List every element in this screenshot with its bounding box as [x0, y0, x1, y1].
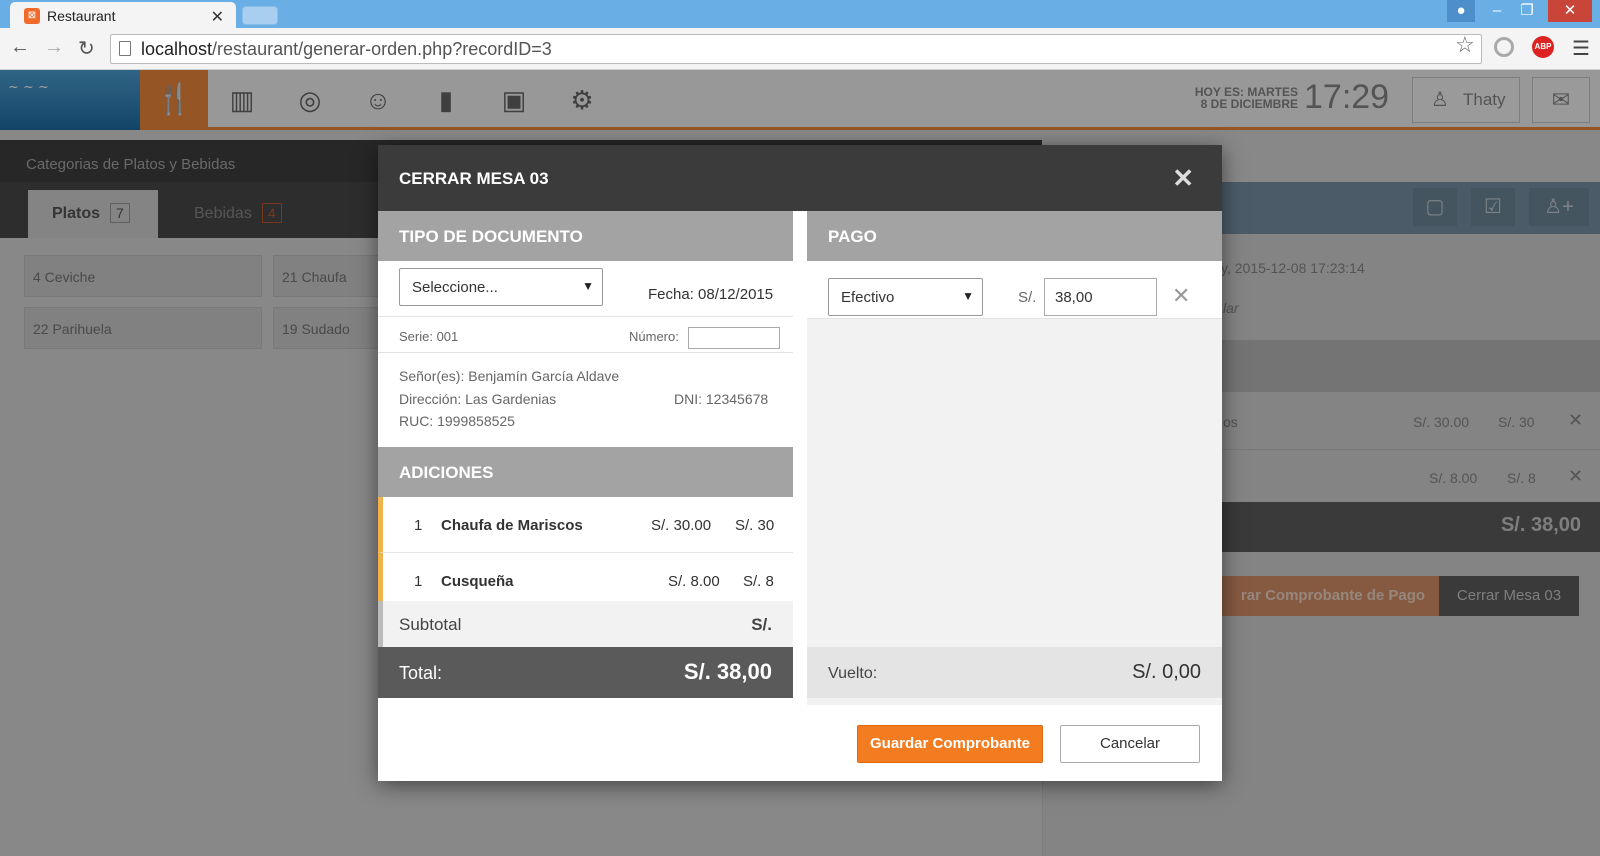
document-number-label: Número: — [629, 329, 679, 344]
additions-heading: ADICIONES — [378, 447, 793, 497]
url-host: localhost — [141, 39, 213, 59]
restore-button[interactable]: ❐ — [1512, 0, 1542, 22]
change-label: Vuelto: — [828, 665, 878, 682]
tab-title: Restaurant — [47, 7, 116, 24]
url-path: /restaurant/generar-orden.php?recordID=3 — [212, 39, 552, 59]
client-ruc: RUC: 1999858525 — [399, 413, 515, 429]
subtotal-value: S/. — [751, 615, 772, 634]
tab-close-icon[interactable]: ✕ — [211, 7, 224, 27]
document-type-value: Seleccione... — [412, 279, 498, 296]
total-label: Total: — [399, 663, 443, 683]
modal-header: CERRAR MESA 03 ✕ — [378, 145, 1222, 211]
addition-name: Cusqueña — [441, 573, 514, 590]
currency-label: S/. — [1018, 289, 1037, 306]
document-type-heading: TIPO DE DOCUMENTO — [378, 211, 793, 261]
addition-price: S/. 30.00 — [651, 517, 712, 534]
addition-qty: 1 — [414, 573, 423, 590]
total-value: S/. 38,00 — [683, 659, 772, 684]
document-type-select[interactable]: Seleccione... ▼ — [399, 268, 603, 306]
payment-heading: PAGO — [807, 211, 1222, 261]
addition-price: S/. 8.00 — [668, 573, 720, 590]
modal-close-icon[interactable]: ✕ — [1172, 163, 1194, 194]
client-name: Señor(es): Benjamín García Aldave — [399, 368, 620, 384]
payment-section: PAGO Efectivo ▼ S/. 38,00 ✕ Vuelto: S/. … — [807, 211, 1222, 705]
payment-method-value: Efectivo — [841, 289, 895, 306]
addition-total: S/. 30 — [735, 517, 775, 534]
dropdown-arrow-icon: ▼ — [962, 289, 974, 303]
cancel-button[interactable]: Cancelar — [1060, 725, 1200, 763]
change-row: Vuelto: S/. 0,00 — [807, 647, 1222, 698]
payment-amount-input[interactable]: 38,00 — [1044, 278, 1157, 316]
document-section: TIPO DE DOCUMENTO Seleccione... ▼ Fecha:… — [378, 211, 793, 705]
window-close-button[interactable]: ✕ — [1548, 0, 1592, 22]
browser-tab[interactable]: ⊠ Restaurant ✕ — [10, 2, 236, 29]
client-dni: DNI: 12345678 — [674, 391, 769, 407]
reload-icon[interactable]: ↻ — [78, 36, 95, 61]
document-number-input[interactable] — [688, 327, 780, 349]
payment-method-select[interactable]: Efectivo ▼ — [828, 278, 983, 316]
document-date: Fecha: 08/12/2015 — [648, 286, 774, 303]
page-icon — [119, 41, 131, 56]
addition-row: 1 Chaufa de Mariscos S/. 30.00 S/. 30 — [378, 497, 793, 553]
client-address: Dirección: Las Gardenias — [399, 391, 557, 407]
extension-icon[interactable] — [1494, 37, 1514, 57]
address-bar[interactable]: localhost/restaurant/generar-orden.php?r… — [110, 34, 1482, 64]
addition-name: Chaufa de Mariscos — [441, 517, 583, 534]
bookmark-star-icon[interactable]: ☆ — [1455, 32, 1475, 58]
change-value: S/. 0,00 — [1132, 661, 1201, 683]
remove-payment-icon[interactable]: ✕ — [1172, 283, 1190, 309]
forward-arrow-icon[interactable]: → — [44, 36, 64, 59]
column-gap — [793, 211, 807, 705]
subtotal-label: Subtotal — [399, 615, 462, 634]
dropdown-arrow-icon: ▼ — [582, 279, 594, 293]
addition-total: S/. 8 — [743, 573, 774, 590]
save-receipt-button[interactable]: Guardar Comprobante — [857, 725, 1043, 763]
document-series: Serie: 001 — [399, 329, 459, 344]
divider — [378, 352, 793, 353]
divider — [378, 316, 793, 317]
adblock-icon[interactable]: ABP — [1532, 36, 1554, 58]
modal-title: CERRAR MESA 03 — [399, 169, 549, 188]
profile-icon[interactable]: ● — [1447, 0, 1475, 22]
subtotal-row: Subtotal S/. — [378, 601, 793, 647]
addition-qty: 1 — [414, 517, 423, 534]
browser-toolbar: ← → ↻ localhost/restaurant/generar-orden… — [0, 28, 1600, 70]
minimize-button[interactable]: – — [1482, 0, 1512, 22]
back-arrow-icon[interactable]: ← — [10, 36, 30, 59]
total-row: Total: S/. 38,00 — [378, 647, 793, 698]
close-table-modal: CERRAR MESA 03 ✕ TIPO DE DOCUMENTO Selec… — [378, 145, 1222, 781]
browser-titlebar: ⊠ Restaurant ✕ ● – ❐ ✕ — [0, 0, 1600, 29]
new-tab-button[interactable] — [242, 6, 278, 25]
menu-icon[interactable]: ☰ — [1572, 36, 1590, 61]
xampp-favicon-icon: ⊠ — [24, 7, 40, 24]
